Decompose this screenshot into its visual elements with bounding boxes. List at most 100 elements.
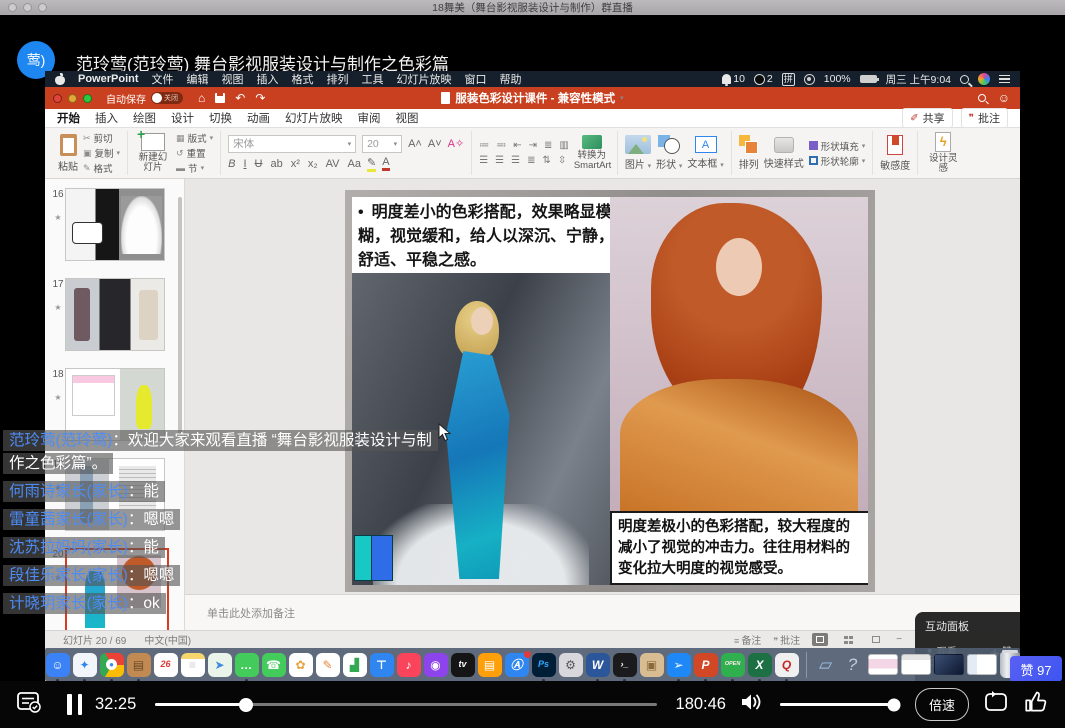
- format-button[interactable]: ab: [270, 158, 282, 170]
- menu-item[interactable]: 帮助: [500, 71, 522, 87]
- format-button[interactable]: Aa: [348, 158, 361, 170]
- font-color-button[interactable]: A: [382, 156, 389, 171]
- align-center-icon[interactable]: ☰: [495, 155, 504, 166]
- new-slide-button[interactable]: 新建幻灯片: [135, 133, 171, 174]
- volume-handle[interactable]: [888, 698, 901, 711]
- photoshop-icon[interactable]: Ps: [532, 653, 556, 677]
- macos-dock[interactable]: ☺ ✦ ● ▤ 26 ≡ ➤: [45, 648, 1020, 681]
- menu-item[interactable]: 工具: [362, 71, 384, 87]
- finder-icon[interactable]: ☺: [46, 653, 70, 677]
- sensitivity-button[interactable]: 敏感度: [880, 135, 910, 172]
- menu-item[interactable]: 视图: [222, 71, 244, 87]
- menu-item[interactable]: 格式: [292, 71, 314, 87]
- missing-app-icon[interactable]: ?: [841, 653, 865, 677]
- save-icon[interactable]: [215, 93, 225, 103]
- slide-thumbnail[interactable]: 16 ★: [51, 188, 184, 261]
- settings-icon[interactable]: ⚙: [559, 653, 583, 677]
- slide-thumbnail[interactable]: 17 ★: [51, 278, 184, 351]
- maximize-icon[interactable]: [83, 94, 92, 103]
- normal-view-button[interactable]: [812, 633, 828, 646]
- menubar-clock[interactable]: 周三 上午9:04: [886, 72, 951, 87]
- highlight-color-button[interactable]: ✎: [367, 156, 376, 172]
- grow-font-button[interactable]: A˄: [408, 138, 422, 150]
- dingtalk-icon[interactable]: ➢: [667, 653, 691, 677]
- indent-icon[interactable]: ⇥: [529, 140, 537, 151]
- playback-speed-button[interactable]: 倍速: [915, 688, 969, 721]
- redo-icon[interactable]: ↷: [255, 91, 265, 105]
- autosave-toggle[interactable]: 关闭: [151, 92, 183, 104]
- ribbon-tab[interactable]: 开始: [57, 110, 80, 126]
- ppt-search-icon[interactable]: [978, 94, 986, 102]
- folder-icon[interactable]: ▱: [814, 653, 838, 677]
- font-size-select[interactable]: 20▾: [362, 135, 402, 153]
- notes-icon[interactable]: ≡: [181, 653, 205, 677]
- podcasts-icon[interactable]: ◉: [424, 653, 448, 677]
- ribbon-tab[interactable]: 切换: [209, 110, 232, 126]
- ribbon-tab[interactable]: 插入: [95, 110, 118, 126]
- home-icon[interactable]: ⌂: [198, 91, 205, 105]
- word-icon[interactable]: W: [586, 653, 610, 677]
- facetime-icon[interactable]: ☎: [262, 653, 286, 677]
- format-button[interactable]: AV: [326, 158, 340, 170]
- ribbon-tab[interactable]: 设计: [171, 110, 194, 126]
- terminal-icon[interactable]: ›_: [613, 653, 637, 677]
- share-button[interactable]: ✐共享: [902, 108, 952, 128]
- menu-item[interactable]: 排列: [327, 71, 349, 87]
- qq-icon[interactable]: Q: [775, 653, 799, 677]
- shrink-font-button[interactable]: A˅: [428, 138, 442, 150]
- window-minimize-icon[interactable]: [23, 3, 32, 12]
- layout-button[interactable]: ▦版式▾: [176, 131, 213, 145]
- books-icon[interactable]: ▤: [478, 653, 502, 677]
- section-button[interactable]: ▬节▾: [176, 161, 213, 175]
- contacts-icon[interactable]: ▤: [127, 653, 151, 677]
- pages-icon[interactable]: ✎: [316, 653, 340, 677]
- window-zoom-icon[interactable]: [38, 3, 47, 12]
- notification-center-icon[interactable]: [999, 75, 1010, 84]
- progress-bar[interactable]: [155, 703, 656, 706]
- siri-icon[interactable]: [978, 73, 990, 85]
- spotlight-search-icon[interactable]: [960, 75, 969, 84]
- clear-format-button[interactable]: A✧: [448, 137, 465, 150]
- subtitle-list-button[interactable]: [16, 690, 42, 719]
- insert-picture-button[interactable]: 图片 ▾: [625, 135, 651, 171]
- window-controls[interactable]: [8, 3, 47, 12]
- arrange-button[interactable]: 排列: [739, 135, 759, 171]
- ribbon-tab[interactable]: 动画: [247, 110, 270, 126]
- align-right-icon[interactable]: ☰: [511, 155, 520, 166]
- input-method-icon[interactable]: 拼: [782, 73, 795, 86]
- text-direction-icon[interactable]: ⇅: [542, 155, 550, 166]
- ribbon-tab[interactable]: 审阅: [358, 110, 381, 126]
- font-name-select[interactable]: 宋体▾: [228, 135, 356, 153]
- apple-menu-icon[interactable]: [55, 74, 65, 85]
- numbers-icon[interactable]: ▟: [343, 653, 367, 677]
- window-finder-icon[interactable]: [967, 654, 997, 675]
- window-chrome-icon[interactable]: [901, 654, 931, 675]
- numbering-icon[interactable]: ≕: [496, 140, 506, 151]
- slideshow-view-button[interactable]: [868, 633, 884, 646]
- ribbon-tab[interactable]: 视图: [396, 110, 419, 126]
- align-text-icon[interactable]: ⇳: [558, 155, 566, 166]
- zoom-out-button[interactable]: −: [896, 634, 902, 645]
- design-ideas-button[interactable]: ϟ设计灵感: [925, 132, 961, 175]
- line-spacing-icon[interactable]: ≣: [544, 140, 552, 151]
- window-desktop-icon[interactable]: [934, 654, 964, 675]
- paste-button[interactable]: 粘贴: [58, 134, 78, 173]
- pause-button[interactable]: [67, 694, 82, 715]
- slide-bullet-text[interactable]: •明度差小的色彩搭配，效果略显模糊，视觉缓和，给人以深沉、宁静，舒适、平稳之感。: [358, 201, 616, 273]
- open-sign-icon[interactable]: OPEN: [721, 653, 745, 677]
- ribbon-tab[interactable]: 幻灯片放映: [285, 110, 343, 126]
- minimize-icon[interactable]: [68, 94, 77, 103]
- dock-divider[interactable]: [806, 652, 807, 678]
- menu-item[interactable]: 文件: [152, 71, 174, 87]
- rotate-screen-button[interactable]: [982, 689, 1010, 720]
- reset-button[interactable]: ↺重置: [176, 146, 213, 160]
- notes-toggle[interactable]: ≡备注: [734, 632, 761, 647]
- smartart-button[interactable]: 转换为SmartArt: [574, 135, 610, 172]
- justify-icon[interactable]: ≣: [527, 155, 535, 166]
- bullets-icon[interactable]: ≔: [479, 140, 489, 151]
- insert-shape-button[interactable]: 形状 ▾: [656, 135, 682, 171]
- tv-icon[interactable]: tv: [451, 653, 475, 677]
- portrait-photo[interactable]: [610, 197, 868, 511]
- maps-icon[interactable]: ➤: [208, 653, 232, 677]
- menu-item[interactable]: 编辑: [187, 71, 209, 87]
